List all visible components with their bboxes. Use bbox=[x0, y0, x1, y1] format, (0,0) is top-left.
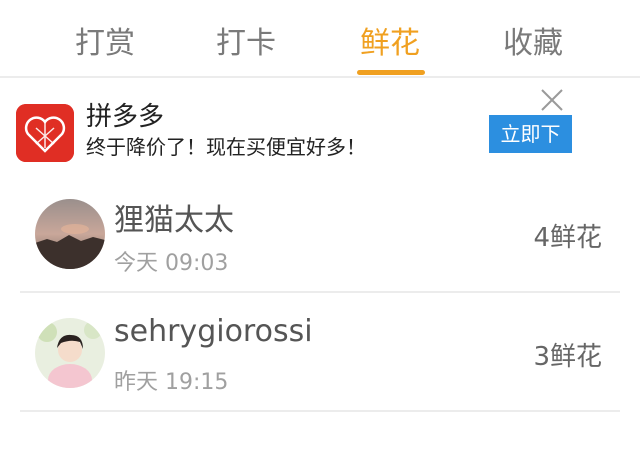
timestamp: 今天 09:03 bbox=[114, 251, 229, 276]
flower-count: 4鲜花 bbox=[533, 223, 602, 253]
avatar[interactable] bbox=[35, 199, 105, 269]
list-item[interactable]: 狸猫太太 今天 09:03 4鲜花 bbox=[20, 175, 620, 293]
pinduoduo-logo-icon[interactable] bbox=[16, 104, 74, 162]
ad-subtitle[interactable]: 终于降价了！现在买便宜好多！ bbox=[86, 131, 366, 160]
close-icon[interactable] bbox=[536, 84, 568, 116]
tab-favorites[interactable]: 收藏 bbox=[503, 18, 563, 62]
tab-bar: 打赏 打卡 鲜花 收藏 bbox=[0, 0, 640, 78]
tab-checkin[interactable]: 打卡 bbox=[216, 18, 276, 62]
tab-flowers[interactable]: 鲜花 bbox=[360, 18, 420, 62]
avatar[interactable] bbox=[35, 318, 105, 388]
flower-count: 3鲜花 bbox=[533, 342, 602, 372]
ad-title[interactable]: 拼多多 bbox=[86, 96, 164, 133]
tab-tips[interactable]: 打赏 bbox=[75, 18, 135, 62]
user-name: sehrygiorossi bbox=[114, 314, 313, 349]
user-name: 狸猫太太 bbox=[114, 203, 234, 238]
active-tab-indicator bbox=[357, 70, 425, 75]
ad-download-button[interactable]: 立即下 bbox=[489, 115, 572, 153]
timestamp: 昨天 19:15 bbox=[114, 370, 229, 395]
list-item[interactable]: sehrygiorossi 昨天 19:15 3鲜花 bbox=[20, 294, 620, 412]
